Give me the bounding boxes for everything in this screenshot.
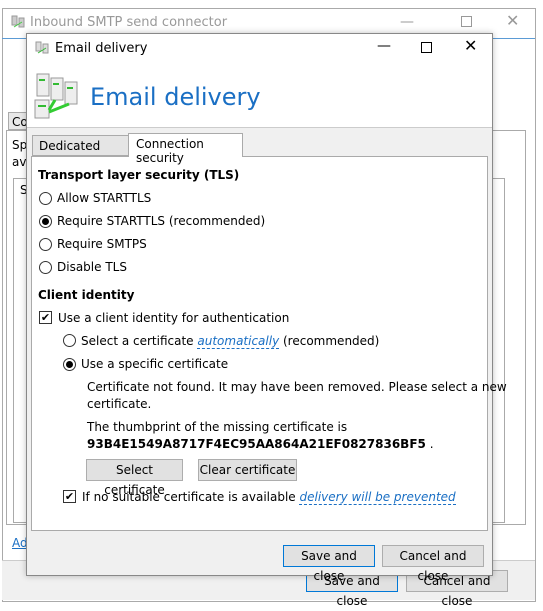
thumbprint-intro: The thumbprint of the missing certificat… <box>87 420 348 434</box>
certificate-warning-cont: certificate. <box>87 397 152 411</box>
tab-dedicated-server[interactable]: Dedicated server <box>32 135 129 167</box>
label-text: (recommended) <box>279 334 380 348</box>
radio-label[interactable]: Disable TLS <box>57 260 127 274</box>
close-icon[interactable]: ✕ <box>464 36 477 55</box>
radio-disable-tls[interactable] <box>39 261 52 274</box>
cancel-and-close-button[interactable]: Cancel and close <box>382 545 484 583</box>
server-icon <box>34 40 50 56</box>
background-text: Sp <box>12 138 28 152</box>
dialog-header-title: Email delivery <box>90 83 261 111</box>
background-window-title: Inbound SMTP send connector <box>30 15 228 30</box>
use-client-identity-label[interactable]: Use a client identity for authentication <box>58 311 289 325</box>
maximize-icon[interactable] <box>461 16 472 27</box>
automatically-link[interactable]: automatically <box>197 334 280 349</box>
servers-icon <box>33 70 81 120</box>
delivery-prevented-link[interactable]: delivery will be prevented <box>299 490 456 505</box>
prevent-delivery-label[interactable]: If no suitable certificate is available … <box>82 490 456 505</box>
radio-require-smtps[interactable] <box>39 238 52 251</box>
radio-automatic-certificate[interactable] <box>63 334 76 347</box>
period: . <box>425 437 434 451</box>
thumbprint-line: 93B4E1549A8717F4EC95AA864A21EF0827836BF5… <box>87 437 434 451</box>
server-icon <box>10 14 26 30</box>
close-icon[interactable]: ✕ <box>506 11 519 30</box>
radio-require-starttls[interactable] <box>39 215 52 228</box>
tab-connection-security[interactable]: Connection security <box>128 133 243 165</box>
maximize-icon[interactable] <box>421 42 432 53</box>
dialog-title: Email delivery <box>55 41 148 56</box>
label-text: Select a certificate <box>81 334 198 348</box>
specific-certificate-label[interactable]: Use a specific certificate <box>81 357 228 371</box>
use-client-identity-checkbox[interactable]: ✔ <box>39 311 52 324</box>
automatic-certificate-label[interactable]: Select a certificate automatically (reco… <box>81 334 380 349</box>
save-and-close-button[interactable]: Save and close <box>283 545 375 583</box>
radio-label[interactable]: Allow STARTTLS <box>57 191 151 205</box>
minimize-icon[interactable]: — <box>377 38 391 54</box>
thumbprint-value: 93B4E1549A8717F4EC95AA864A21EF0827836BF5 <box>87 437 426 451</box>
tls-heading: Transport layer security (TLS) <box>38 168 240 182</box>
certificate-warning: Certificate not found. It may have been … <box>87 380 507 394</box>
clear-certificate-button[interactable]: Clear certificate <box>198 459 297 481</box>
prevent-delivery-checkbox[interactable]: ✔ <box>63 490 76 503</box>
radio-label[interactable]: Require SMTPS <box>57 237 147 251</box>
minimize-icon[interactable]: — <box>400 14 414 30</box>
client-identity-heading: Client identity <box>38 288 135 302</box>
divider <box>27 127 492 128</box>
radio-specific-certificate[interactable] <box>63 358 76 371</box>
radio-allow-starttls[interactable] <box>39 192 52 205</box>
select-certificate-button[interactable]: Select certificate <box>86 459 183 497</box>
label-text: If no suitable certificate is available <box>82 490 300 504</box>
radio-label[interactable]: Require STARTTLS (recommended) <box>57 214 265 228</box>
